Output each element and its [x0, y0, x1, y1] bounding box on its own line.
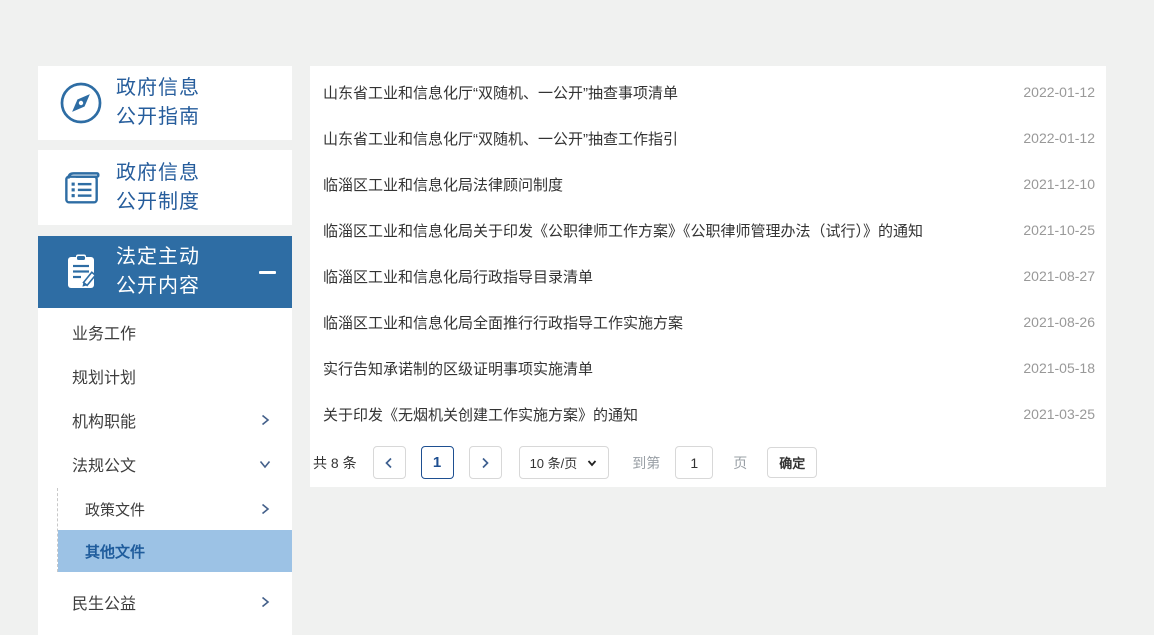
chevron-left-icon [385, 457, 392, 468]
list-item-title[interactable]: 实行告知承诺制的区级证明事项实施清单 [323, 358, 593, 379]
list-item[interactable]: 临淄区工业和信息化局行政指导目录清单 2021-08-27 [310, 253, 1106, 299]
goto-page-input[interactable] [675, 446, 714, 479]
list-item[interactable]: 临淄区工业和信息化局关于印发《公职律师工作方案》《公职律师管理办法（试行）》的通… [310, 207, 1106, 253]
chevron-right-icon [261, 503, 270, 515]
sidebar-item-民生公益[interactable]: 民生公益 [38, 580, 292, 624]
sidebar-section-legal-disclosure[interactable]: 法定主动 公开内容 [38, 236, 292, 308]
chevron-right-icon [261, 596, 270, 608]
sidebar-item-label: 民生公益 [72, 596, 137, 613]
sidebar-item-label: 业务工作 [72, 326, 137, 343]
list-item-date: 2022-01-12 [1023, 84, 1095, 100]
sidebar-item-label: 政策文件 [85, 501, 146, 519]
sidebar-item-label: 机构职能 [72, 414, 137, 431]
list-item-date: 2021-12-10 [1023, 176, 1095, 192]
sidebar-item-政策文件[interactable]: 政策文件 [58, 488, 292, 530]
book-icon [58, 165, 104, 211]
list-item-date: 2022-01-12 [1023, 130, 1095, 146]
sidebar-item-label: 其他文件 [85, 543, 146, 561]
list-item[interactable]: 山东省工业和信息化厅“双随机、一公开”抽查事项清单 2022-01-12 [310, 69, 1106, 115]
sidebar-item-规划计划[interactable]: 规划计划 [38, 354, 292, 398]
list-item[interactable]: 临淄区工业和信息化局法律顾问制度 2021-12-10 [310, 161, 1106, 207]
sidebar-item-guide-label: 政府信息 公开指南 [116, 77, 200, 128]
chevron-right-icon [258, 595, 272, 609]
sidebar-nav: 法定主动 公开内容 业务工作规划计划机构职能法规公文政策文件其他文件民生公益 [38, 236, 292, 635]
content-panel: 山东省工业和信息化厅“双随机、一公开”抽查事项清单 2022-01-12 山东省工业… [310, 66, 1106, 487]
chevron-down-icon [258, 457, 272, 471]
list-item-title[interactable]: 山东省工业和信息化厅“双随机、一公开”抽查工作指引 [323, 128, 678, 149]
list-item-date: 2021-10-25 [1023, 222, 1095, 238]
sidebar-item-label: 法规公文 [72, 458, 137, 475]
list-item-date: 2021-08-26 [1023, 314, 1095, 330]
list-item[interactable]: 关于印发《无烟机关创建工作实施方案》的通知 2021-03-25 [310, 391, 1106, 437]
chevron-right-icon [482, 457, 489, 468]
next-page-button[interactable] [468, 446, 502, 479]
list-item-title[interactable]: 临淄区工业和信息化局全面推行行政指导工作实施方案 [323, 312, 683, 333]
collapse-icon[interactable] [259, 271, 276, 274]
sidebar-menu: 业务工作规划计划机构职能法规公文政策文件其他文件民生公益 [38, 308, 292, 635]
list-item[interactable]: 实行告知承诺制的区级证明事项实施清单 2021-05-18 [310, 345, 1106, 391]
list-item-title[interactable]: 山东省工业和信息化厅“双随机、一公开”抽查事项清单 [323, 82, 678, 103]
document-list: 山东省工业和信息化厅“双随机、一公开”抽查事项清单 2022-01-12 山东省工业… [310, 66, 1106, 437]
sidebar-submenu: 政策文件 其他文件 [57, 488, 292, 572]
sidebar-item-业务工作[interactable]: 业务工作 [38, 310, 292, 354]
list-item-date: 2021-05-18 [1023, 360, 1095, 376]
sidebar-item-label: 规划计划 [72, 370, 137, 387]
page: 政府信息 公开指南 政府信息 公开制度 法定主动 公开内容 业务工作 规划计划 … [0, 0, 1154, 635]
sidebar-section-label: 法定主动 公开内容 [116, 246, 200, 297]
page-number-button[interactable]: 1 [420, 446, 454, 479]
list-item[interactable]: 山东省工业和信息化厅“双随机、一公开”抽查工作指引 2022-01-12 [310, 115, 1106, 161]
list-item-date: 2021-03-25 [1023, 406, 1095, 422]
chevron-right-icon [258, 413, 272, 427]
sidebar-item-system-label: 政府信息 公开制度 [116, 161, 200, 213]
chevron-down-icon [586, 457, 598, 469]
pagination: 共 8 条 1 10 条/页 到第 1 页 确定 [313, 446, 818, 479]
list-item-title[interactable]: 临淄区工业和信息化局法律顾问制度 [323, 174, 563, 195]
list-item-title[interactable]: 临淄区工业和信息化局关于印发《公职律师工作方案》《公职律师管理办法（试行）》的通… [323, 220, 923, 241]
sidebar-item-system[interactable]: 政府信息 公开制度 [38, 150, 292, 225]
sidebar-item-法规公文[interactable]: 法规公文 [38, 442, 292, 486]
confirm-button[interactable]: 确定 [767, 447, 818, 478]
list-item-date: 2021-08-27 [1023, 268, 1095, 284]
list-item-title[interactable]: 关于印发《无烟机关创建工作实施方案》的通知 [323, 404, 638, 425]
total-count-label: 共 8 条 [313, 454, 357, 471]
goto-page-suffix: 页 [733, 454, 748, 471]
sidebar-item-机构职能[interactable]: 机构职能 [38, 398, 292, 442]
compass-icon [58, 80, 104, 126]
sidebar: 政府信息 公开指南 政府信息 公开制度 法定主动 公开内容 业务工作 规划计划 … [38, 66, 292, 635]
chevron-down-icon [259, 460, 271, 469]
list-item[interactable]: 临淄区工业和信息化局全面推行行政指导工作实施方案 2021-08-26 [310, 299, 1106, 345]
goto-page-prefix: 到第 [632, 454, 661, 471]
sidebar-item-其他文件[interactable]: 其他文件 [58, 530, 292, 572]
clipboard-pencil-icon [58, 249, 104, 295]
page-size-select[interactable]: 10 条/页 [518, 446, 610, 479]
sidebar-item-guide[interactable]: 政府信息 公开指南 [38, 66, 292, 140]
chevron-right-icon [261, 414, 270, 426]
list-item-title[interactable]: 临淄区工业和信息化局行政指导目录清单 [323, 266, 593, 287]
prev-page-button[interactable] [372, 446, 406, 479]
chevron-right-icon [258, 502, 272, 516]
page-size-value: 10 条/页 [529, 456, 578, 471]
